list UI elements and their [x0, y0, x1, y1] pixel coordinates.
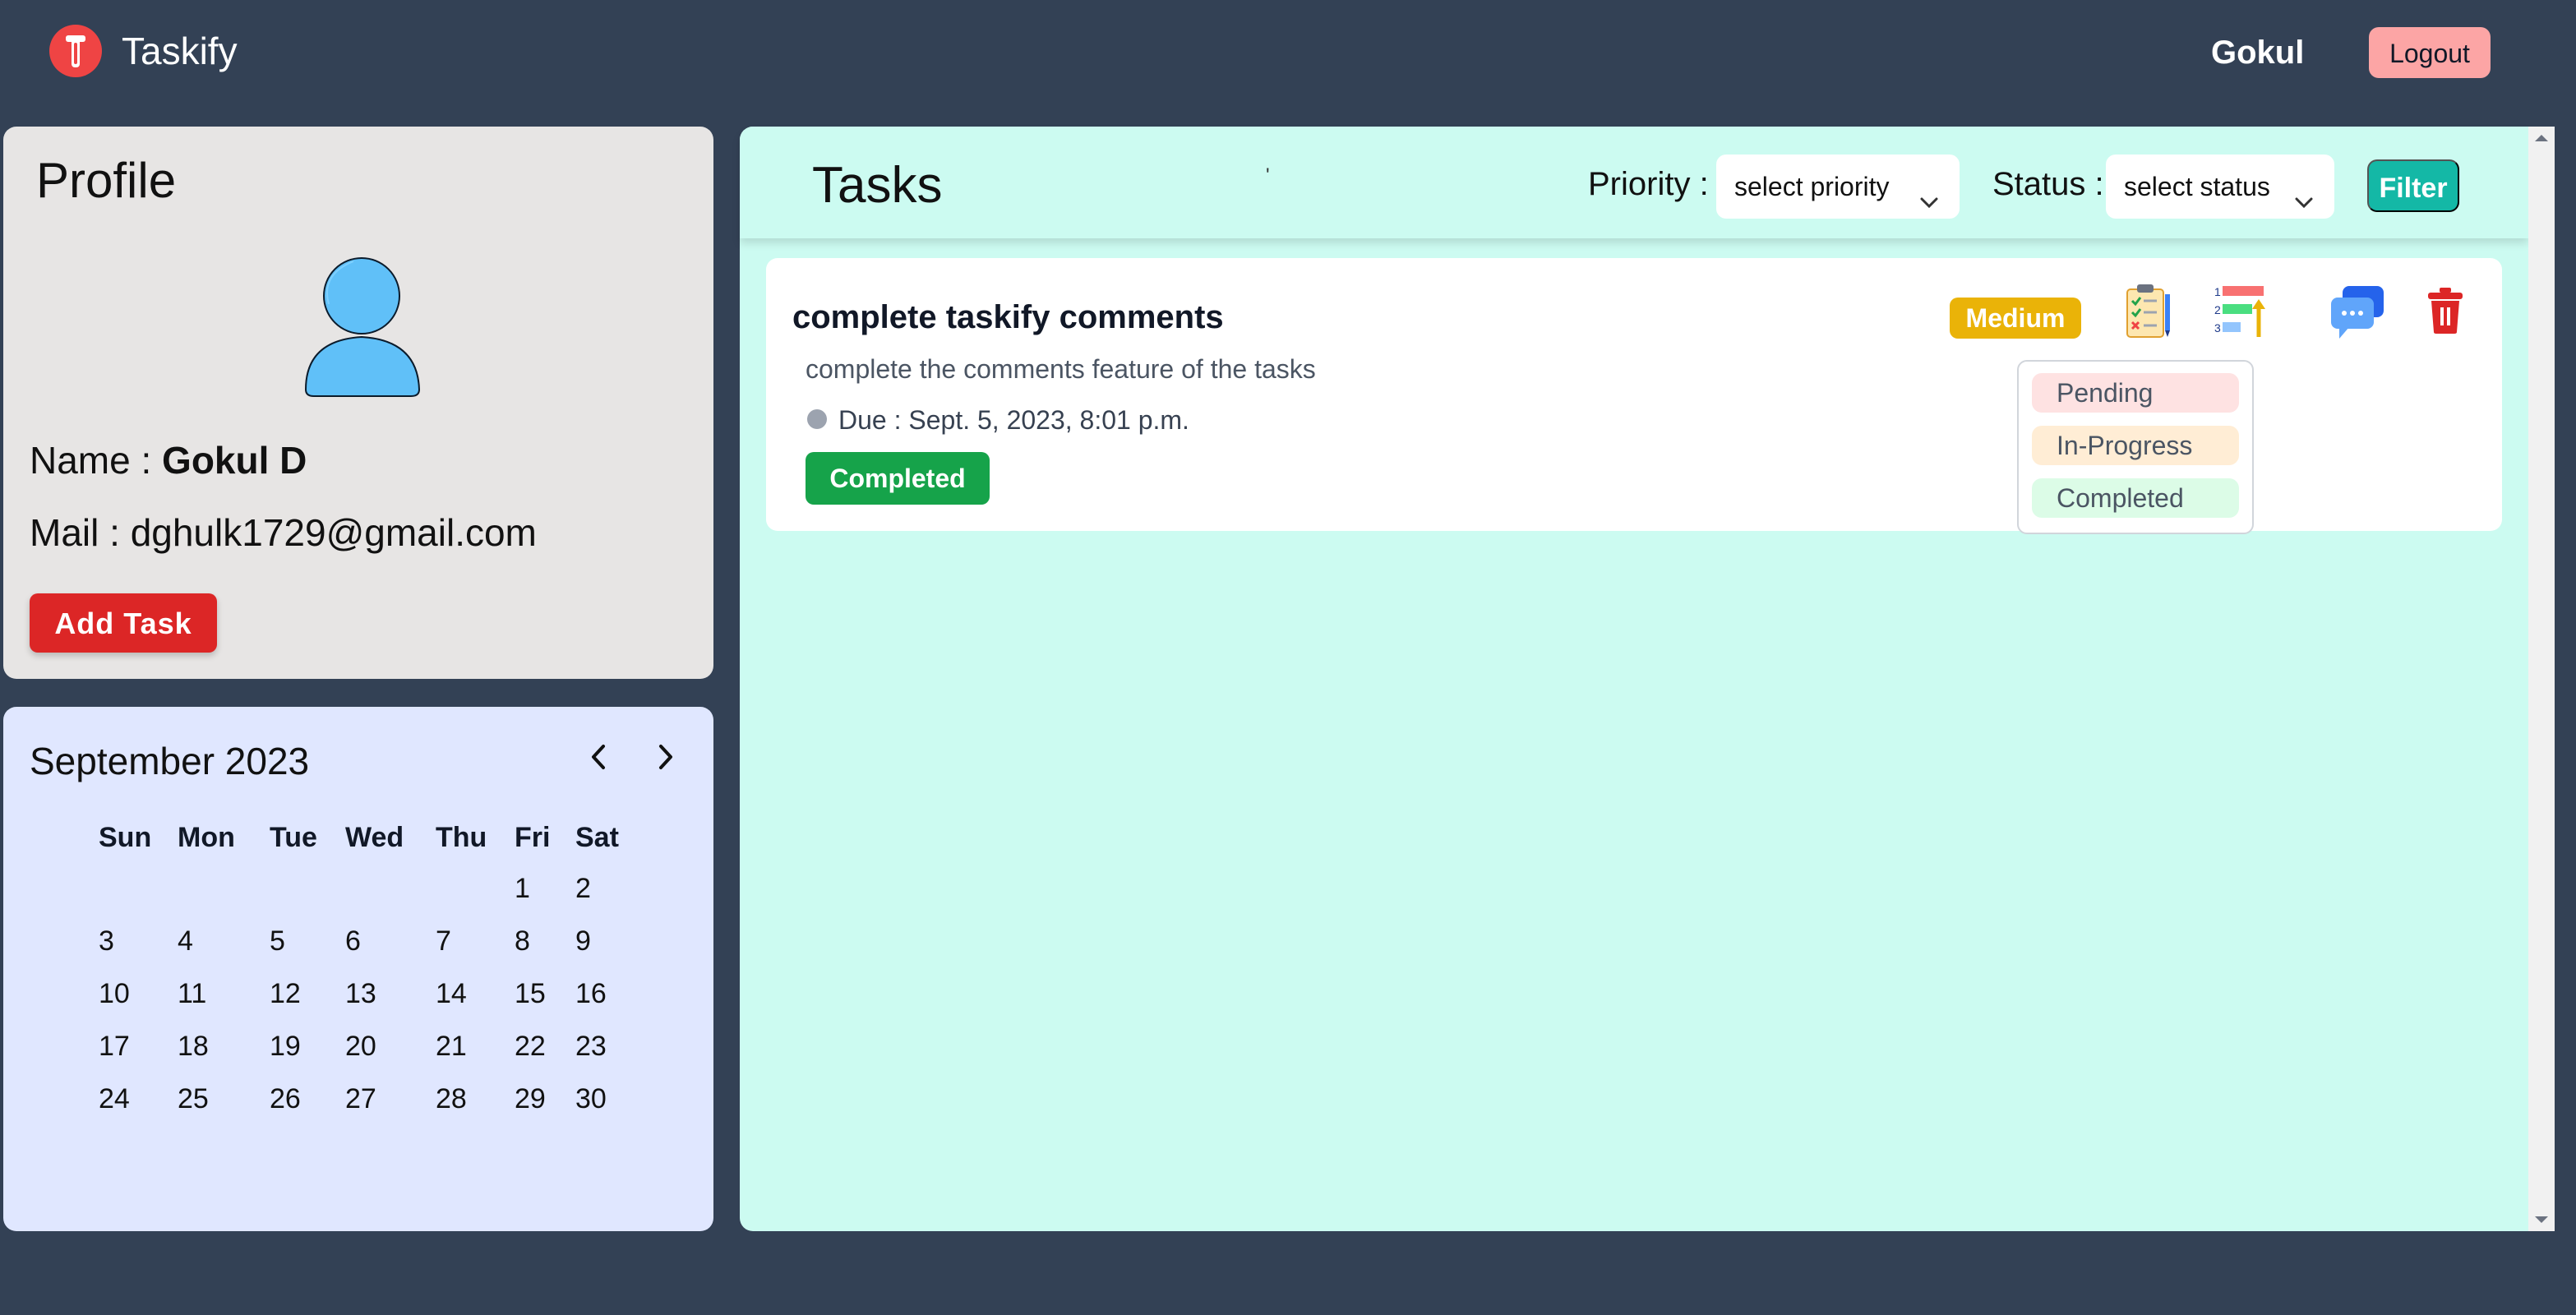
weekday-wed: Wed: [345, 822, 404, 853]
calendar-day[interactable]: 23: [575, 1027, 607, 1065]
calendar-day[interactable]: 7: [436, 922, 451, 960]
weekday-tue: Tue: [270, 822, 317, 853]
scroll-up-arrow-icon[interactable]: [2532, 132, 2551, 149]
calendar-day[interactable]: 26: [270, 1080, 301, 1118]
taskify-logo-icon[interactable]: [49, 25, 102, 77]
weekday-thu: Thu: [436, 822, 487, 853]
tasks-panel: Tasks ' Priority : select priority Statu…: [740, 127, 2528, 1231]
calendar-day[interactable]: 18: [178, 1027, 209, 1065]
task-priority-badge: Medium: [1950, 298, 2081, 339]
calendar-day[interactable]: 20: [345, 1027, 376, 1065]
calendar-day[interactable]: 12: [270, 975, 301, 1013]
filter-button[interactable]: Filter: [2367, 159, 2459, 212]
calendar-day[interactable]: 13: [345, 975, 376, 1013]
task-due: Due : Sept. 5, 2023, 8:01 p.m.: [838, 405, 1189, 435]
calendar-day[interactable]: 24: [99, 1080, 130, 1118]
weekday-sun: Sun: [99, 822, 152, 853]
status-label: Status :: [1992, 166, 2104, 202]
calendar-day[interactable]: 22: [515, 1027, 546, 1065]
logout-button[interactable]: Logout: [2369, 27, 2491, 78]
priority-select-value: select priority: [1734, 172, 1890, 201]
calendar-month-title: September 2023: [30, 740, 310, 782]
calendar: September 2023 Sun Mon Tue Wed Thu Fri Sat 123…: [3, 707, 713, 1231]
calendar-day[interactable]: 6: [345, 922, 361, 960]
task-status-badge[interactable]: Completed: [806, 452, 990, 505]
calendar-day[interactable]: 2: [575, 870, 591, 907]
name-value: Gokul D: [162, 439, 307, 482]
mail-value: dghulk1729@gmail.com: [130, 511, 537, 554]
weekday-sat: Sat: [575, 822, 619, 853]
name-label: Name :: [30, 439, 152, 482]
calendar-day[interactable]: 16: [575, 975, 607, 1013]
status-option-completed[interactable]: Completed: [2032, 478, 2239, 518]
stray-mark: ': [1266, 164, 1270, 187]
svg-text:3: 3: [2214, 321, 2221, 335]
status-clipboard-icon[interactable]: [2122, 283, 2175, 344]
chevron-down-icon: [1917, 174, 1941, 238]
status-select-value: select status: [2124, 172, 2270, 201]
calendar-day[interactable]: 8: [515, 922, 530, 960]
calendar-day[interactable]: 10: [99, 975, 130, 1013]
svg-text:1: 1: [2214, 285, 2221, 298]
navbar: Taskify Gokul Logout: [0, 0, 2576, 107]
calendar-day[interactable]: 19: [270, 1027, 301, 1065]
priority-list-icon[interactable]: 1 2 3: [2213, 283, 2270, 344]
avatar-icon: [296, 250, 427, 402]
status-option-pending[interactable]: Pending: [2032, 373, 2239, 413]
username: Gokul: [2211, 35, 2305, 71]
task-title: complete taskify comments: [792, 299, 1224, 335]
calendar-day[interactable]: 28: [436, 1080, 467, 1118]
mail-label: Mail :: [30, 511, 120, 554]
calendar-day[interactable]: 1: [515, 870, 530, 907]
calendar-day[interactable]: 9: [575, 922, 591, 960]
status-option-in-progress[interactable]: In-Progress: [2032, 426, 2239, 465]
profile-title: Profile: [36, 153, 177, 208]
calendar-day[interactable]: 14: [436, 975, 467, 1013]
add-task-button[interactable]: Add Task: [30, 593, 217, 653]
calendar-day[interactable]: 3: [99, 922, 114, 960]
calendar-day[interactable]: 30: [575, 1080, 607, 1118]
tasks-title: Tasks: [812, 157, 943, 214]
priority-label: Priority :: [1588, 166, 1709, 202]
chevron-left-icon[interactable]: [579, 736, 620, 777]
profile-mail: Mail : dghulk1729@gmail.com: [30, 506, 537, 559]
calendar-day[interactable]: 29: [515, 1080, 546, 1118]
task-card: complete taskify comments complete the c…: [766, 258, 2502, 534]
due-indicator-icon: [807, 409, 827, 429]
calendar-day[interactable]: 25: [178, 1080, 209, 1118]
scrollbar[interactable]: [2528, 127, 2555, 1231]
svg-text:2: 2: [2214, 303, 2221, 316]
calendar-day[interactable]: 17: [99, 1027, 130, 1065]
task-description: complete the comments feature of the tas…: [806, 354, 1316, 384]
priority-select[interactable]: select priority: [1716, 155, 1960, 219]
weekday-fri: Fri: [515, 822, 551, 853]
status-dropdown-menu: Pending In-Progress Completed: [2017, 360, 2254, 534]
profile-card: Profile Name : Gokul D Mail : dghulk1729…: [3, 127, 713, 679]
chevron-down-icon: [2292, 174, 2316, 238]
calendar-day[interactable]: 15: [515, 975, 546, 1013]
trash-icon[interactable]: [2425, 286, 2466, 339]
calendar-day[interactable]: 4: [178, 922, 193, 960]
chevron-right-icon[interactable]: [644, 736, 686, 777]
scroll-down-arrow-icon[interactable]: [2532, 1213, 2551, 1230]
calendar-day[interactable]: 21: [436, 1027, 467, 1065]
calendar-day[interactable]: 11: [178, 975, 206, 1013]
calendar-day[interactable]: 27: [345, 1080, 376, 1118]
profile-name: Name : Gokul D: [30, 434, 307, 487]
status-select[interactable]: select status: [2106, 155, 2334, 219]
comments-icon[interactable]: [2328, 283, 2387, 344]
tasks-header: Tasks ' Priority : select priority Statu…: [740, 127, 2528, 238]
brand-name[interactable]: Taskify: [122, 25, 238, 77]
weekday-mon: Mon: [178, 822, 235, 853]
calendar-day[interactable]: 5: [270, 922, 285, 960]
